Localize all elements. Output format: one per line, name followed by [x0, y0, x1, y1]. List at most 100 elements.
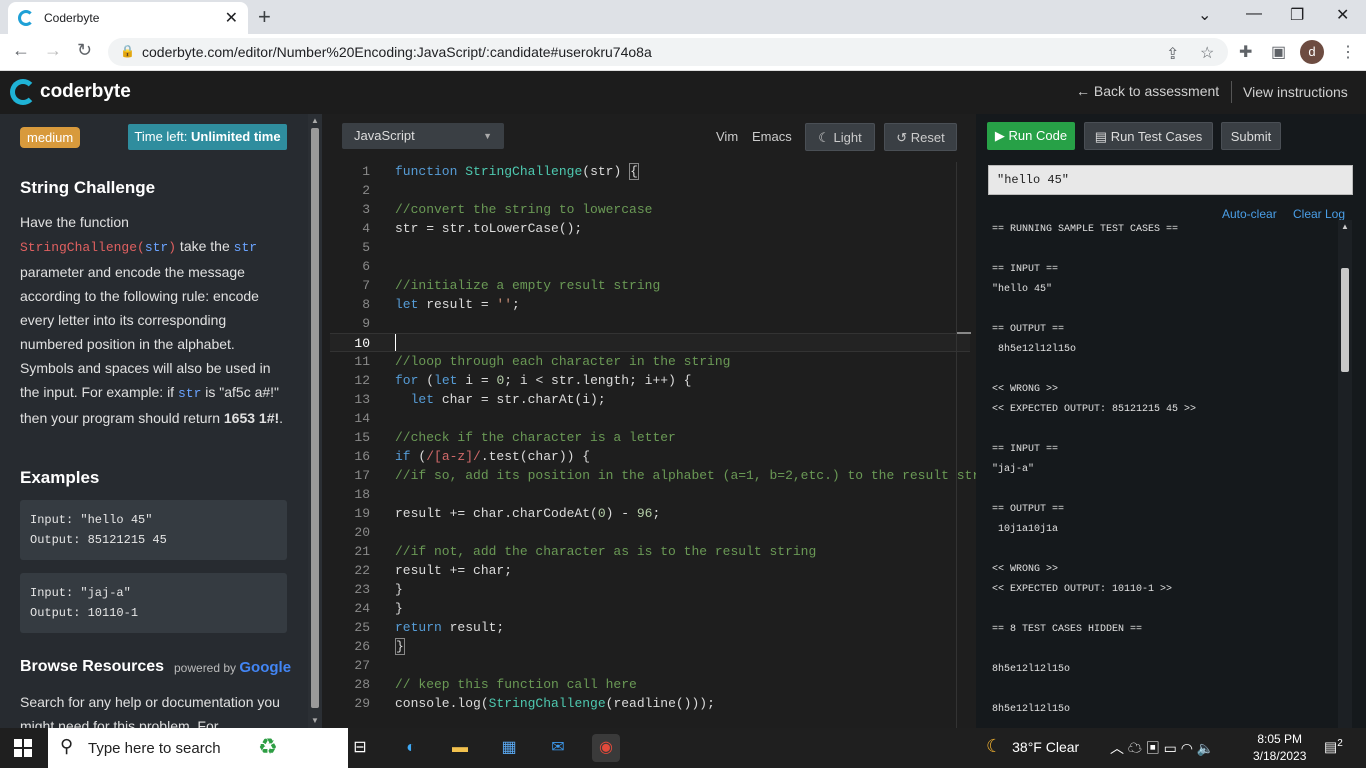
custom-input-field[interactable]: "hello 45": [988, 165, 1353, 195]
view-instructions-link[interactable]: View instructions: [1243, 84, 1348, 100]
restore-icon[interactable]: ❐: [1290, 5, 1304, 25]
log-line: == OUTPUT ==: [992, 324, 1065, 335]
battery-icon[interactable]: ▭: [1164, 740, 1177, 756]
code-line: 23}: [354, 582, 403, 597]
extensions-icon[interactable]: ✚: [1239, 42, 1252, 62]
microsoft-store-icon[interactable]: ▦: [495, 734, 523, 762]
minimize-icon[interactable]: —: [1246, 5, 1262, 23]
scrollbar-thumb[interactable]: [311, 128, 319, 708]
scroll-up-icon[interactable]: ▲: [1341, 222, 1349, 231]
browser-tab[interactable]: Coderbyte ✕: [8, 2, 248, 34]
coderbyte-favicon-icon: [18, 10, 34, 26]
tab-search-icon[interactable]: ⌄: [1198, 5, 1211, 25]
weather-widget[interactable]: ☾ 38°F Clear: [986, 736, 1079, 757]
code-line: 20: [354, 525, 370, 540]
bookmark-star-icon[interactable]: ☆: [1200, 43, 1214, 63]
code-line: 16 if (/[a-z]/.test(char)) {: [354, 449, 591, 464]
url-text: coderbyte.com/editor/Number%20Encoding:J…: [142, 44, 652, 60]
chevron-up-icon[interactable]: ︿: [1110, 740, 1124, 756]
scrollbar-thumb[interactable]: [1341, 268, 1349, 372]
moon-icon: ☾: [818, 130, 830, 145]
clock[interactable]: 8:05 PM 3/18/2023: [1253, 731, 1306, 765]
edge-icon[interactable]: ◐: [397, 734, 425, 762]
reset-icon: ↺: [896, 130, 908, 145]
wifi-icon[interactable]: ◠: [1181, 740, 1193, 756]
address-bar[interactable]: 🔒 coderbyte.com/editor/Number%20Encoding…: [108, 38, 1228, 66]
log-line: 8h5e12l12l15o: [992, 664, 1071, 675]
output-log: == RUNNING SAMPLE TEST CASES == == INPUT…: [992, 220, 1332, 728]
recycle-icon: ♻: [258, 734, 278, 759]
volume-icon[interactable]: 🔈: [1197, 740, 1214, 756]
close-window-icon[interactable]: ✕: [1336, 5, 1349, 25]
example-output: Output: 10110-1: [30, 606, 139, 620]
time-left-badge: Time left: Unlimited time: [128, 124, 287, 150]
cursor-marker: [957, 332, 971, 334]
reload-icon[interactable]: ↻: [77, 40, 92, 61]
back-to-assessment-link[interactable]: ← Back to assessment: [1076, 83, 1219, 99]
file-explorer-icon[interactable]: ▬: [446, 734, 474, 762]
log-line: 8h5e12l12l15o: [992, 344, 1077, 355]
desc-function-close: ): [168, 240, 177, 255]
desc-text: Have the function: [20, 214, 129, 230]
side-panel-icon[interactable]: ▣: [1271, 42, 1286, 62]
code-line: 24}: [354, 601, 403, 616]
mail-icon[interactable]: ✉: [544, 734, 572, 762]
auto-clear-link[interactable]: Auto-clear: [1222, 207, 1277, 221]
meet-now-icon[interactable]: ▣: [1146, 740, 1160, 756]
log-scrollbar[interactable]: ▲: [1338, 220, 1352, 728]
challenge-title: String Challenge: [20, 178, 156, 197]
editor-scrollbar[interactable]: [956, 162, 971, 728]
browser-tab-bar: Coderbyte ✕ + ⌄ — ❐ ✕: [0, 0, 1366, 34]
code-line: 27: [354, 658, 370, 673]
system-tray[interactable]: ︿ ☁ ▣ ▭ ◠ 🔈: [1110, 738, 1214, 758]
code-line: 28// keep this function call here: [354, 677, 637, 692]
share-icon[interactable]: ⇪: [1166, 44, 1179, 64]
example-input: Input: "jaj-a": [30, 586, 131, 600]
desc-expected: 1653 1#!: [223, 410, 280, 426]
task-view-icon[interactable]: ⊟: [346, 734, 374, 762]
submit-button[interactable]: Submit: [1221, 122, 1281, 150]
desc-text: .: [279, 410, 284, 426]
log-line: << WRONG >>: [992, 384, 1059, 395]
log-line: << EXPECTED OUTPUT: 85121215 45 >>: [992, 404, 1197, 415]
forward-arrow-icon[interactable]: →: [44, 40, 62, 61]
back-arrow-icon[interactable]: ←: [12, 40, 30, 61]
desc-text: take the: [176, 238, 234, 254]
menu-kebab-icon[interactable]: ⋮: [1340, 42, 1356, 62]
desc-text: parameter and encode the message accordi…: [20, 264, 271, 400]
run-test-cases-button[interactable]: ▤ Run Test Cases: [1084, 122, 1213, 150]
google-logo: Google: [239, 659, 292, 676]
profile-avatar[interactable]: d: [1300, 40, 1324, 64]
windows-start-icon[interactable]: [14, 739, 32, 757]
new-tab-icon[interactable]: +: [258, 4, 271, 30]
light-theme-button[interactable]: ☾ Light: [805, 123, 875, 151]
log-line: == RUNNING SAMPLE TEST CASES ==: [992, 224, 1179, 235]
chrome-icon[interactable]: ◉: [592, 734, 620, 762]
scroll-up-icon[interactable]: ▲: [311, 116, 319, 125]
powered-by-google: powered by Google: [174, 659, 291, 676]
emacs-mode-button[interactable]: Emacs: [752, 129, 792, 144]
reset-button[interactable]: ↺ Reset: [884, 123, 957, 151]
language-select[interactable]: JavaScript ▼: [342, 123, 504, 149]
coderbyte-logo[interactable]: coderbyte: [10, 79, 131, 105]
code-line: 11//loop through each character in the s…: [354, 354, 731, 369]
run-test-cases-label: Run Test Cases: [1110, 129, 1203, 144]
left-panel-scrollbar[interactable]: ▲ ▼: [308, 114, 322, 728]
code-lines[interactable]: 1 function StringChallenge(str) { 2 3//co…: [330, 162, 980, 713]
browser-nav-bar: ← → ↻ 🔒 coderbyte.com/editor/Number%20En…: [0, 34, 1366, 71]
onedrive-icon[interactable]: ☁: [1128, 740, 1142, 756]
notification-count: 2: [1337, 738, 1343, 749]
language-select-value: JavaScript: [354, 128, 415, 143]
code-line: 18: [354, 487, 370, 502]
close-tab-icon[interactable]: ✕: [225, 8, 238, 28]
vim-mode-button[interactable]: Vim: [716, 129, 738, 144]
browse-resources-text: Search for any help or documentation you…: [20, 694, 280, 728]
log-line: == INPUT ==: [992, 444, 1059, 455]
taskbar-search[interactable]: ⚲ Type here to search ♻: [48, 728, 348, 768]
notifications-icon[interactable]: ▤2: [1324, 738, 1343, 756]
run-code-button[interactable]: ▶ Run Code: [987, 122, 1075, 150]
clear-log-link[interactable]: Clear Log: [1293, 207, 1345, 221]
scroll-down-icon[interactable]: ▼: [311, 716, 319, 725]
